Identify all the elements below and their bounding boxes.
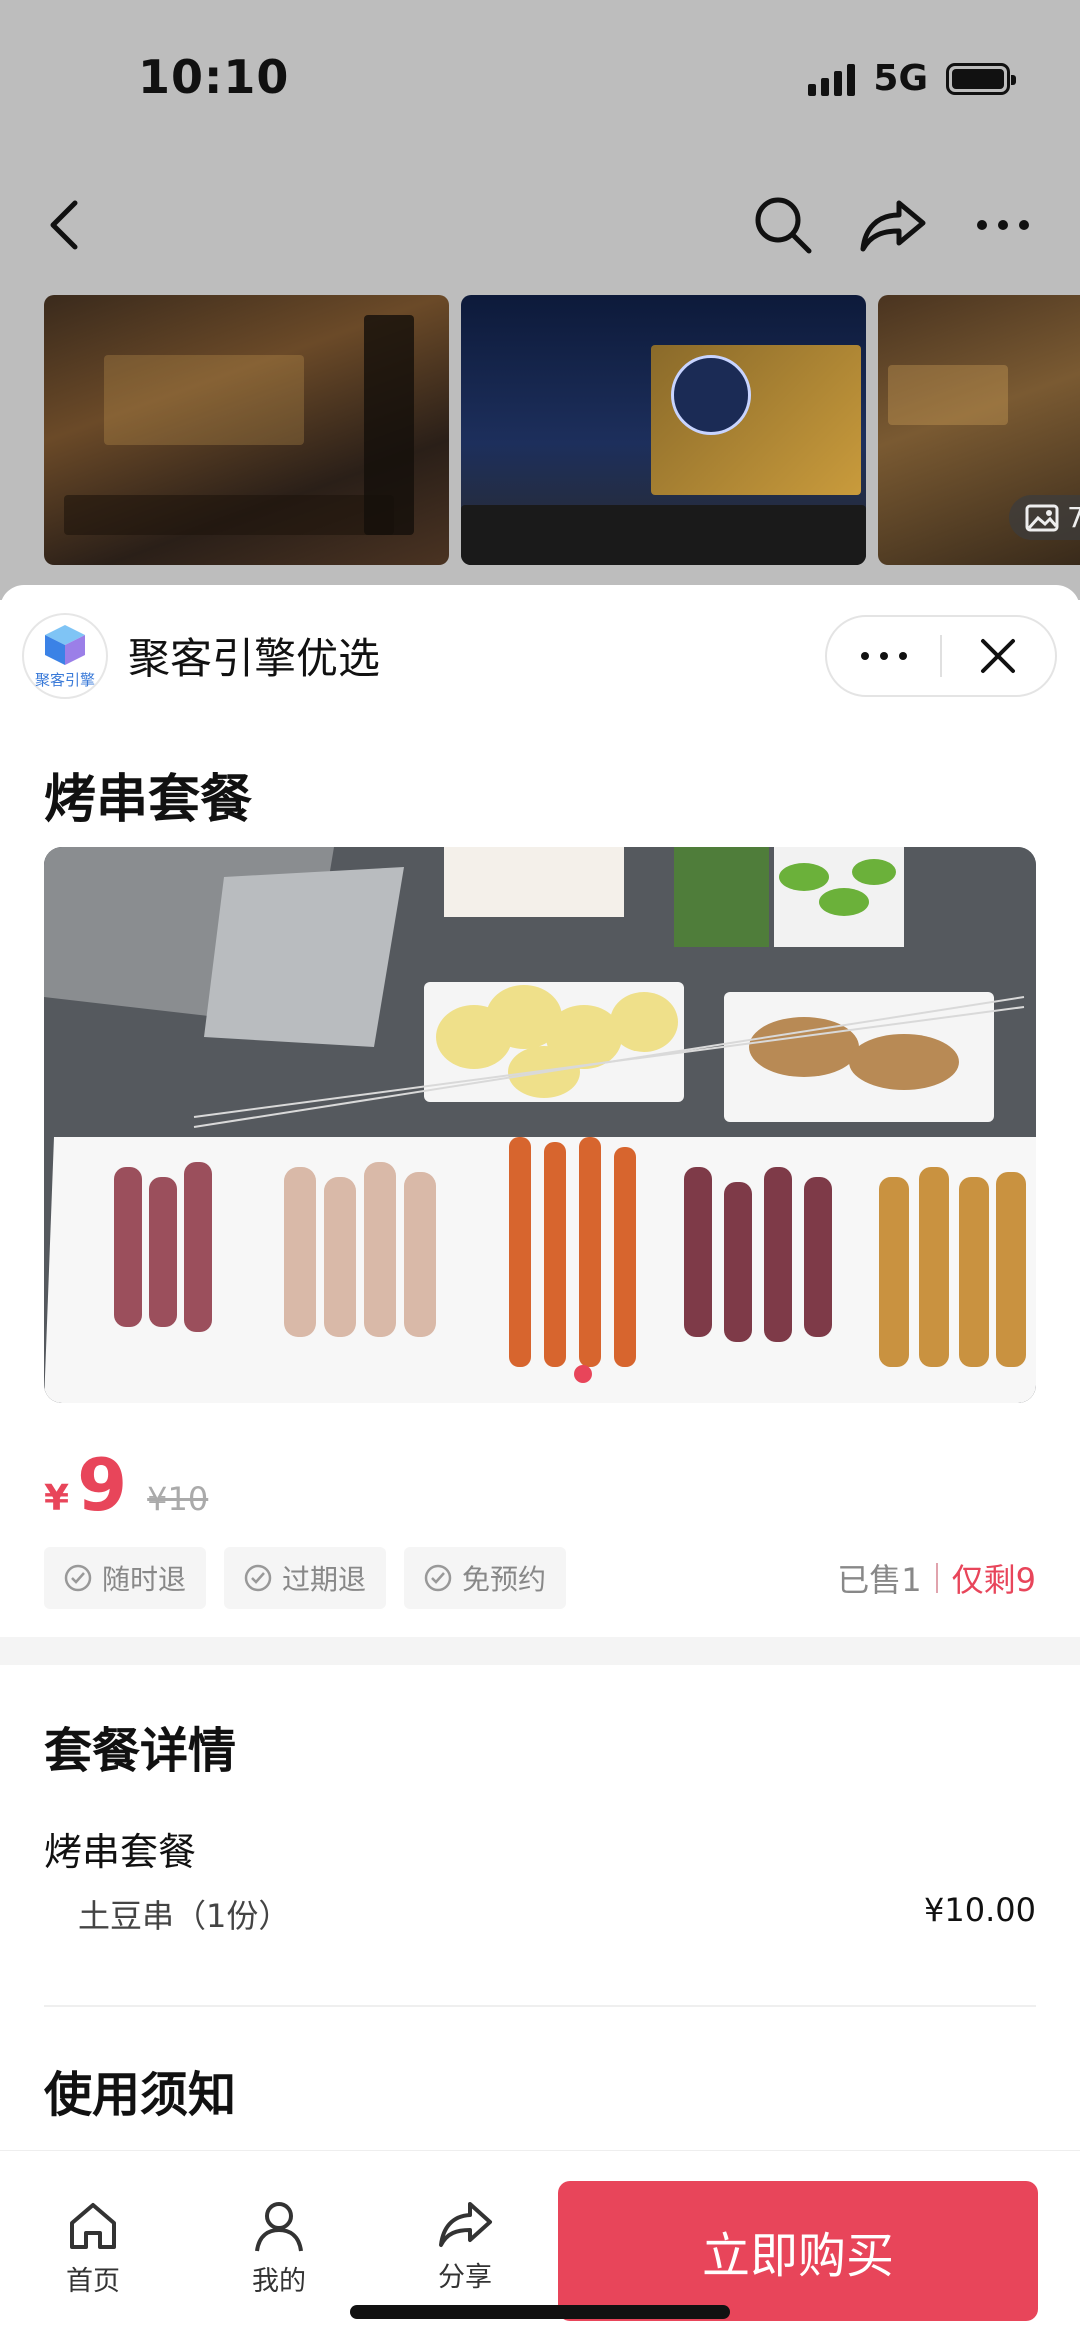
more-icon	[977, 220, 1029, 230]
item-name: 土豆串（1份）	[78, 1897, 291, 1935]
tag-label: 过期退	[282, 1563, 367, 1596]
check-circle-icon	[424, 1564, 452, 1592]
tab-share[interactable]: 分享	[410, 2199, 520, 2294]
gallery-photo[interactable]	[461, 295, 866, 565]
back-button[interactable]	[30, 190, 100, 260]
status-time: 10:10	[138, 50, 290, 104]
signal-icon	[808, 62, 856, 96]
logo-text: 聚客引擎	[34, 670, 95, 689]
mini-program-logo: 聚客引擎	[22, 613, 108, 699]
deal-title: 烤串套餐	[44, 770, 253, 830]
price-original: ¥10	[147, 1480, 209, 1518]
share-icon	[860, 200, 926, 252]
share-top-button[interactable]	[858, 190, 928, 260]
status-icons: 5G	[808, 58, 1016, 99]
package-name: 烤串套餐	[44, 1830, 197, 1874]
usage-notice-title: 使用须知	[44, 2067, 237, 2123]
mini-program-name: 聚客引擎优选	[128, 634, 381, 683]
package-details-title: 套餐详情	[44, 1723, 237, 1779]
divider	[44, 2005, 1036, 2007]
tab-label: 分享	[438, 2262, 492, 2293]
price-row: ¥ 9 ¥10	[44, 1443, 209, 1527]
home-icon	[70, 2203, 116, 2249]
status-bar: 10:10 5G	[0, 0, 1080, 160]
sold-count: 已售1	[837, 1561, 922, 1599]
tab-home[interactable]: 首页	[38, 2199, 148, 2298]
section-gap	[0, 1637, 1080, 1665]
tab-label: 我的	[252, 2266, 306, 2297]
capsule-close-button[interactable]	[942, 615, 1055, 697]
search-icon	[755, 197, 812, 254]
cube-logo-icon	[45, 624, 85, 665]
list-item: 土豆串（1份） ¥10.00	[78, 1891, 1036, 1937]
remaining-stock: 仅剩9	[951, 1561, 1036, 1599]
buy-now-button[interactable]: 立即购买	[558, 2181, 1038, 2321]
more-top-button[interactable]	[968, 190, 1038, 260]
deal-tags: 随时退 过期退 免预约	[44, 1547, 567, 1609]
tag-refund-anytime: 随时退	[44, 1547, 207, 1609]
tag-label: 免预约	[462, 1563, 547, 1596]
share-icon	[439, 2202, 492, 2247]
battery-icon	[946, 62, 1016, 95]
home-indicator	[350, 2305, 730, 2319]
tag-refund-expired: 过期退	[224, 1547, 387, 1609]
price-current: 9	[77, 1443, 128, 1527]
carousel-dot	[574, 1365, 592, 1383]
store-photo-gallery[interactable]: 71 ›	[44, 295, 1080, 565]
network-label: 5G	[873, 58, 928, 99]
photo-count-label: 71	[1067, 501, 1080, 534]
sales-info: 已售1 仅剩9	[837, 1547, 1036, 1609]
tab-mine[interactable]: 我的	[224, 2199, 334, 2298]
check-circle-icon	[64, 1564, 92, 1592]
tag-label: 随时退	[102, 1563, 187, 1596]
more-icon	[860, 652, 907, 660]
deal-photo[interactable]	[44, 847, 1036, 1403]
gallery-photo[interactable]	[44, 295, 449, 565]
tab-label: 首页	[66, 2266, 120, 2297]
search-button[interactable]	[748, 190, 818, 260]
user-icon	[255, 2202, 303, 2252]
image-icon	[1025, 504, 1059, 531]
sales-divider	[935, 1563, 938, 1593]
price-currency: ¥	[44, 1478, 70, 1519]
tag-no-reservation: 免预约	[404, 1547, 567, 1609]
mini-program-header: 聚客引擎 聚客引擎优选	[0, 585, 1080, 725]
gallery-photo[interactable]: 71 ›	[878, 295, 1080, 565]
deal-sheet: 聚客引擎 聚客引擎优选 烤串套餐 ¥ 9 ¥10 随时退 过期退 免预约 已售1…	[0, 585, 1080, 2341]
back-icon	[50, 200, 78, 250]
capsule-menu	[825, 615, 1057, 697]
skewers-illustration	[44, 847, 1036, 1403]
close-icon	[981, 639, 1016, 673]
capsule-more-button[interactable]	[827, 615, 940, 697]
photo-count-badge[interactable]: 71 ›	[1009, 495, 1080, 540]
top-nav	[0, 180, 1080, 270]
item-price: ¥10.00	[924, 1891, 1036, 1929]
check-circle-icon	[244, 1564, 272, 1592]
